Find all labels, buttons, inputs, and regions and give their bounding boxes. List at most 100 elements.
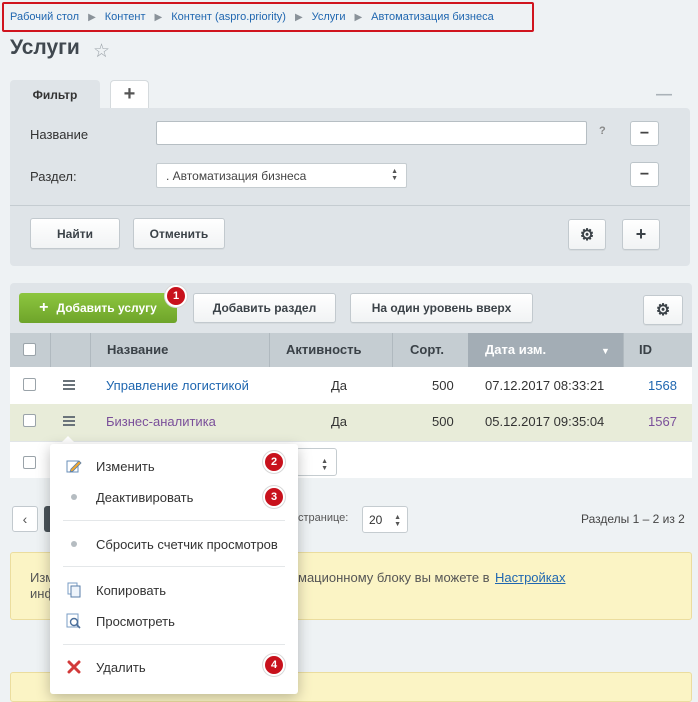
select-arrows-icon: ▲ ▼ xyxy=(391,168,398,182)
column-name[interactable]: Название xyxy=(107,342,168,357)
chevron-right-icon: ▶ xyxy=(354,11,363,23)
add-service-button[interactable]: + Добавить услугу xyxy=(19,293,177,323)
add-service-label: Добавить услугу xyxy=(56,301,157,315)
column-divider xyxy=(392,333,393,367)
add-filter-field-button[interactable]: + xyxy=(622,219,660,250)
per-page-label: странице: xyxy=(298,512,349,524)
minus-icon: − xyxy=(639,124,650,142)
bullet-icon xyxy=(66,536,82,552)
row-sort: 500 xyxy=(432,414,454,429)
name-input[interactable] xyxy=(156,121,587,145)
notice-text-mid: мационному блоку вы можете в xyxy=(298,570,490,585)
sort-desc-icon: ▼ xyxy=(601,346,610,356)
breadcrumb-content-aspro[interactable]: Контент (aspro.priority) xyxy=(171,11,286,23)
remove-name-field-button[interactable]: − xyxy=(630,121,659,146)
row-date: 07.12.2017 08:33:21 xyxy=(485,378,605,393)
menu-item-copy[interactable]: Копировать xyxy=(50,575,298,605)
star-icon[interactable]: ☆ xyxy=(93,40,110,63)
chevron-right-icon: ▶ xyxy=(88,11,96,23)
plus-icon: + xyxy=(123,83,136,105)
add-filter-tab-button[interactable]: + xyxy=(110,80,149,108)
filter-divider xyxy=(10,205,690,206)
footer-checkbox[interactable] xyxy=(23,456,36,469)
gear-icon: ⚙ xyxy=(655,302,671,319)
breadcrumb: Рабочий стол ▶ Контент ▶ Контент (aspro.… xyxy=(2,2,534,32)
row-active: Да xyxy=(331,378,348,393)
breadcrumb-services[interactable]: Услуги xyxy=(312,11,346,23)
per-page-value: 20 xyxy=(369,512,383,527)
collapse-filter-icon[interactable]: — xyxy=(656,86,672,104)
chevron-left-icon: ‹ xyxy=(22,511,28,527)
menu-item-label: Копировать xyxy=(96,582,166,598)
delete-icon xyxy=(66,659,82,675)
step-badge-4: 4 xyxy=(263,654,285,676)
remove-section-field-button[interactable]: − xyxy=(630,162,659,187)
name-label: Название xyxy=(30,127,89,142)
column-sort[interactable]: Сорт. xyxy=(410,342,444,357)
level-up-button[interactable]: На один уровень вверх xyxy=(350,293,533,323)
column-divider xyxy=(50,333,51,367)
column-divider xyxy=(90,333,91,367)
menu-item-label: Сбросить счетчик просмотров xyxy=(96,536,278,552)
row-id-link[interactable]: 1567 xyxy=(648,414,677,429)
menu-item-label: Изменить xyxy=(96,458,155,474)
row-sort: 500 xyxy=(432,378,454,393)
pager-summary: Разделы 1 – 2 из 2 xyxy=(581,512,685,526)
menu-item-label: Просмотреть xyxy=(96,613,175,629)
menu-item-label: Деактивировать xyxy=(96,489,194,505)
prev-page-button[interactable]: ‹ xyxy=(12,506,38,532)
row-date: 05.12.2017 09:35:04 xyxy=(485,414,605,429)
find-button[interactable]: Найти xyxy=(30,218,120,249)
row-context-menu: Изменить Деактивировать Сбросить счетчик… xyxy=(50,444,298,694)
select-all-checkbox[interactable] xyxy=(23,343,36,356)
settings-link[interactable]: Настройках xyxy=(495,570,566,585)
row-active: Да xyxy=(331,414,348,429)
plus-icon: + xyxy=(635,224,647,244)
column-divider xyxy=(623,333,624,367)
breadcrumb-content[interactable]: Контент xyxy=(105,11,146,23)
column-date[interactable]: Дата изм. xyxy=(485,342,546,357)
preview-icon xyxy=(66,613,82,629)
copy-icon xyxy=(66,582,82,598)
row-id-link[interactable]: 1568 xyxy=(648,378,677,393)
menu-item-edit[interactable]: Изменить xyxy=(50,451,298,481)
section-select[interactable]: . Автоматизация бизнеса ▲ ▼ xyxy=(156,163,407,188)
menu-divider xyxy=(63,566,285,567)
filter-settings-button[interactable]: ⚙ xyxy=(568,219,606,250)
chevron-right-icon: ▶ xyxy=(294,11,303,23)
chevron-right-icon: ▶ xyxy=(154,11,163,23)
row-name-link[interactable]: Управление логистикой xyxy=(106,378,249,393)
row-menu-icon[interactable] xyxy=(63,416,75,426)
menu-item-reset-views[interactable]: Сбросить счетчик просмотров xyxy=(50,529,298,559)
row-checkbox[interactable] xyxy=(23,378,36,391)
column-divider xyxy=(269,333,270,367)
per-page-select[interactable]: 20 ▲ ▼ xyxy=(362,506,408,533)
list-settings-button[interactable]: ⚙ xyxy=(643,295,683,325)
cancel-button[interactable]: Отменить xyxy=(133,218,225,249)
row-name-link[interactable]: Бизнес-аналитика xyxy=(106,414,216,429)
row-checkbox[interactable] xyxy=(23,414,36,427)
menu-divider xyxy=(63,644,285,645)
minus-icon: − xyxy=(639,165,650,183)
column-id[interactable]: ID xyxy=(639,342,652,357)
row-menu-icon[interactable] xyxy=(63,380,75,390)
help-icon[interactable]: ? xyxy=(599,125,606,137)
bullet-icon xyxy=(66,489,82,505)
column-active[interactable]: Активность xyxy=(286,342,361,357)
plus-icon: + xyxy=(39,299,49,316)
add-section-button[interactable]: Добавить раздел xyxy=(193,293,336,323)
edit-icon xyxy=(66,458,82,474)
page-title: Услуги xyxy=(10,36,80,59)
gear-icon: ⚙ xyxy=(579,226,595,244)
tab-filter[interactable]: Фильтр xyxy=(10,80,100,110)
step-badge-3: 3 xyxy=(263,486,285,508)
menu-item-view[interactable]: Просмотреть xyxy=(50,606,298,636)
menu-item-delete[interactable]: Удалить xyxy=(50,652,298,682)
breadcrumb-desktop[interactable]: Рабочий стол xyxy=(10,11,79,23)
menu-item-label: Удалить xyxy=(96,659,146,675)
menu-divider xyxy=(63,520,285,521)
action-select[interactable]: ▲ ▼ xyxy=(296,448,337,476)
menu-item-deactivate[interactable]: Деактивировать xyxy=(50,482,298,512)
step-badge-1: 1 xyxy=(165,285,187,307)
breadcrumb-automation[interactable]: Автоматизация бизнеса xyxy=(371,11,494,23)
